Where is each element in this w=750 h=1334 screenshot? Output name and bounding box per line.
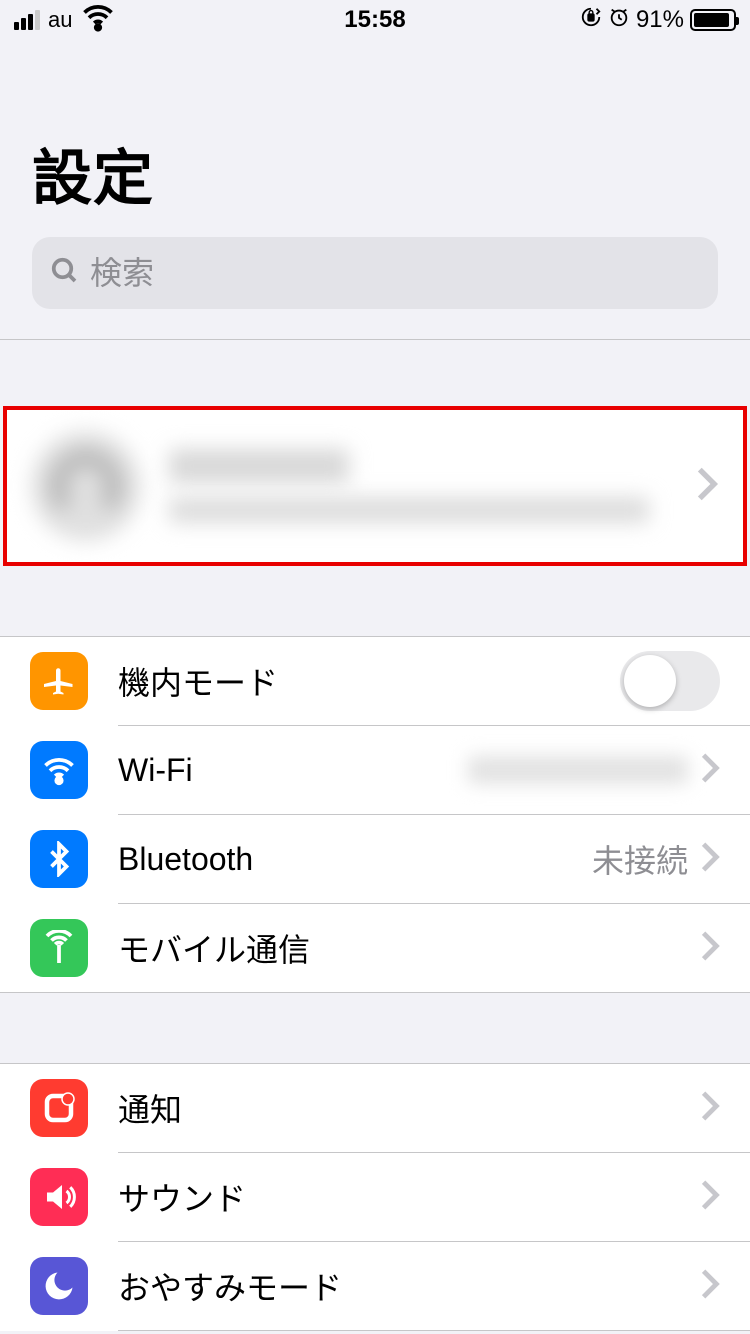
sounds-icon	[30, 1168, 88, 1226]
sounds-label: サウンド	[118, 1174, 700, 1220]
search-field[interactable]	[32, 237, 718, 309]
wifi-label: Wi-Fi	[118, 752, 468, 789]
dnd-label: おやすみモード	[118, 1263, 700, 1309]
avatar	[31, 431, 141, 541]
chevron-right-icon	[700, 930, 720, 967]
cellular-row[interactable]: モバイル通信	[0, 904, 750, 992]
wifi-row[interactable]: Wi-Fi	[0, 726, 750, 814]
account-name-redacted	[169, 449, 349, 483]
airplane-mode-label: 機内モード	[118, 658, 620, 704]
status-time: 15:58	[344, 6, 405, 34]
airplane-icon	[30, 652, 88, 710]
search-input[interactable]	[90, 255, 700, 292]
battery-percent: 91%	[636, 6, 684, 34]
notifications-label: 通知	[118, 1085, 700, 1131]
orientation-lock-icon	[580, 6, 602, 35]
page-title: 設定	[32, 130, 718, 217]
bluetooth-row[interactable]: Bluetooth 未接続	[0, 815, 750, 903]
bluetooth-value: 未接続	[592, 836, 688, 882]
airplane-mode-toggle[interactable]	[620, 651, 720, 711]
account-subtitle-redacted	[169, 497, 649, 523]
page-header: 設定	[0, 40, 750, 237]
notifications-icon	[30, 1079, 88, 1137]
chevron-right-icon	[700, 841, 720, 878]
cellular-icon	[30, 919, 88, 977]
wifi-status-icon	[80, 0, 116, 42]
carrier-label: au	[48, 7, 72, 33]
moon-icon	[30, 1257, 88, 1315]
wifi-value-redacted	[468, 756, 688, 784]
cellular-label: モバイル通信	[118, 925, 700, 971]
chevron-right-icon	[700, 1179, 720, 1216]
cellular-signal-icon	[14, 10, 40, 30]
chevron-right-icon	[700, 1268, 720, 1305]
alarm-icon	[608, 6, 630, 35]
bluetooth-label: Bluetooth	[118, 841, 592, 878]
do-not-disturb-row[interactable]: おやすみモード	[0, 1242, 750, 1330]
chevron-right-icon	[695, 466, 719, 507]
airplane-mode-row[interactable]: 機内モード	[0, 637, 750, 725]
chevron-right-icon	[700, 752, 720, 789]
sounds-row[interactable]: サウンド	[0, 1153, 750, 1241]
apple-id-row[interactable]	[3, 406, 747, 566]
notifications-row[interactable]: 通知	[0, 1064, 750, 1152]
chevron-right-icon	[700, 1090, 720, 1127]
bluetooth-icon	[30, 830, 88, 888]
wifi-icon	[30, 741, 88, 799]
search-icon	[50, 256, 80, 291]
status-bar: au 15:58 91%	[0, 0, 750, 40]
battery-icon	[690, 9, 736, 31]
